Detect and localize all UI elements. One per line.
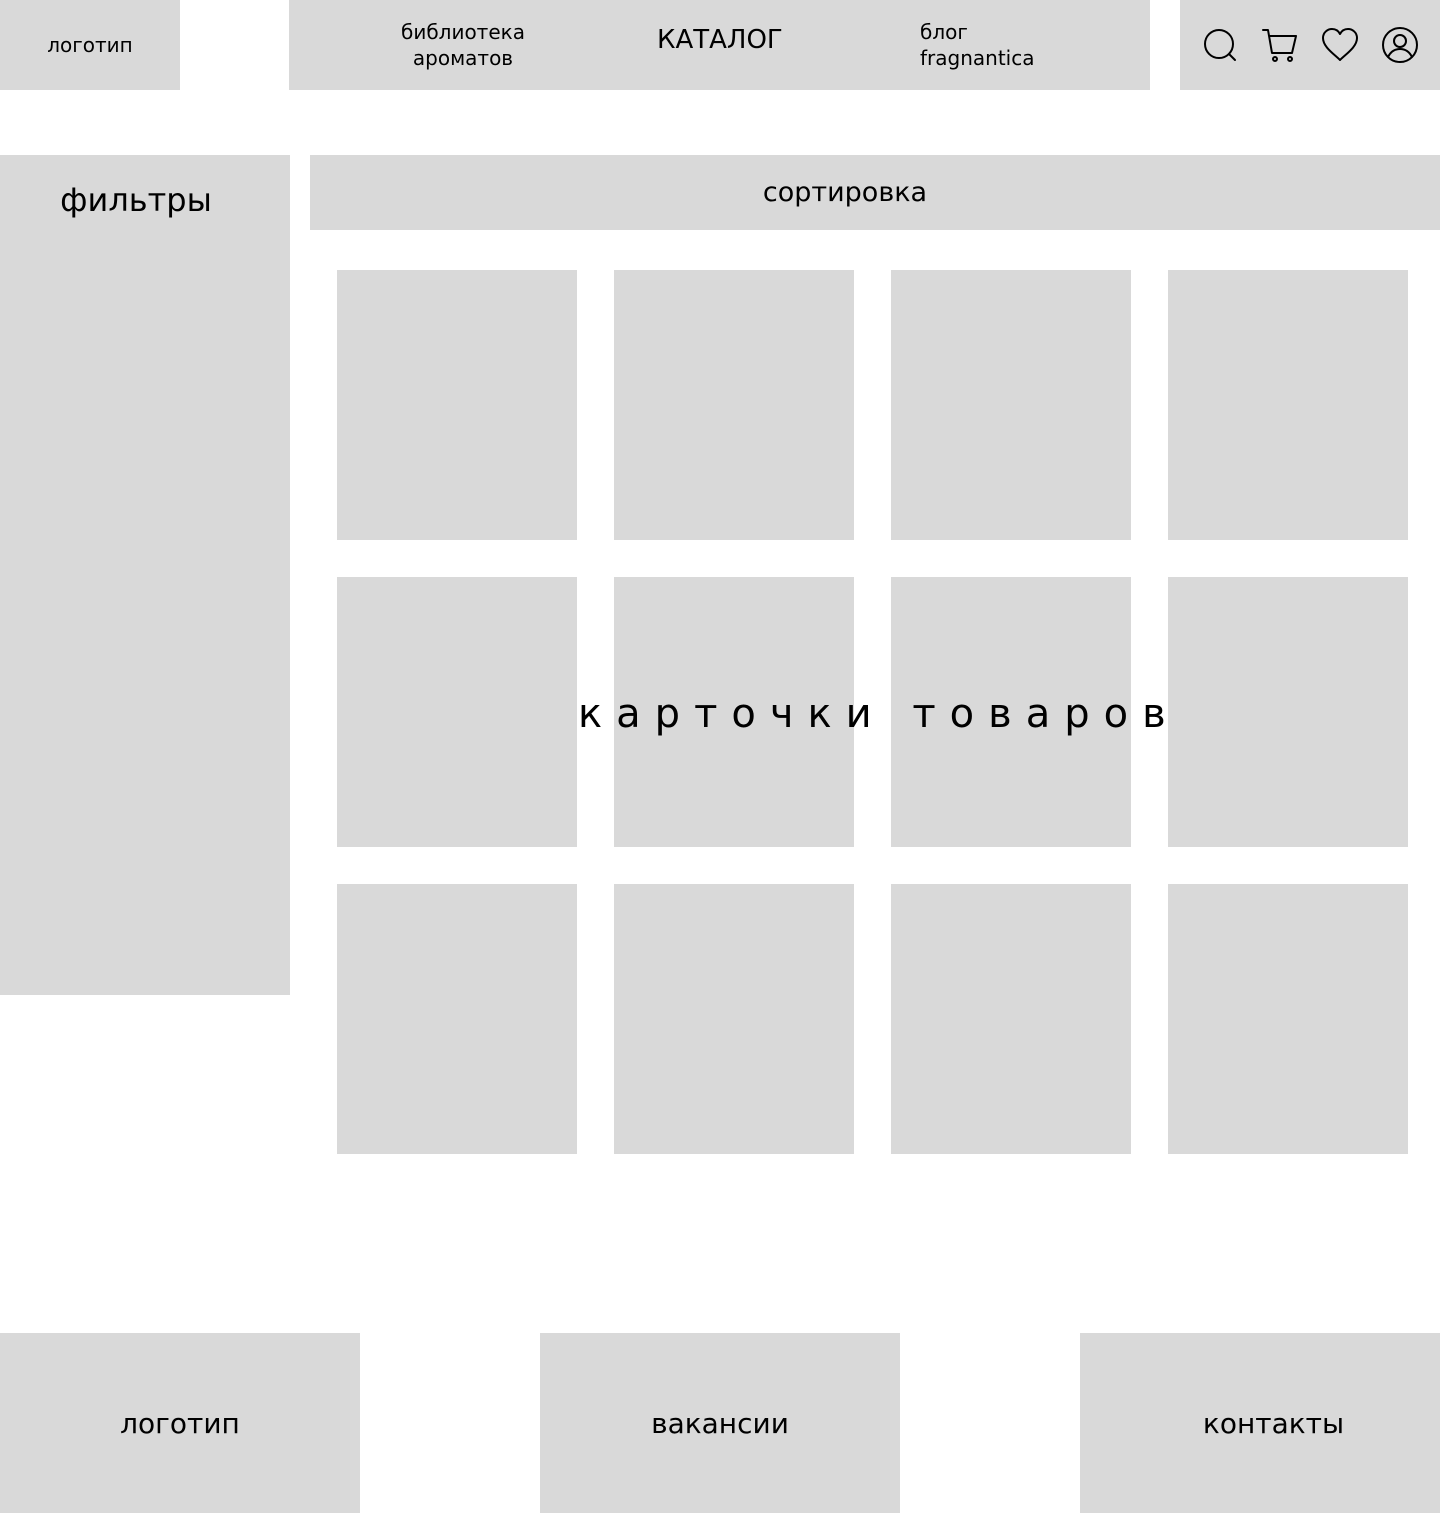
header-logo-label: логотип <box>47 33 133 57</box>
cart-icon[interactable] <box>1260 25 1300 65</box>
footer-vacancies-link[interactable]: вакансии <box>540 1333 900 1513</box>
search-icon[interactable] <box>1200 25 1240 65</box>
main-nav: библиотека ароматов КАТАЛОГ блог fragnan… <box>289 0 1150 90</box>
header-icons <box>1180 0 1440 90</box>
nav-item-blog[interactable]: блог fragnantica <box>920 19 1034 71</box>
sort-bar[interactable]: сортировка <box>310 155 1440 230</box>
heart-icon[interactable] <box>1320 25 1360 65</box>
sort-label: сортировка <box>762 177 928 208</box>
product-card[interactable] <box>614 884 854 1154</box>
nav-library-line2: ароматов <box>412 46 514 70</box>
nav-blog-line2: fragnantica <box>920 46 1035 70</box>
product-card[interactable] <box>891 270 1131 540</box>
product-card[interactable] <box>337 577 577 847</box>
product-card[interactable] <box>614 577 854 847</box>
user-icon[interactable] <box>1380 25 1420 65</box>
product-card[interactable] <box>891 884 1131 1154</box>
nav-blog-line1: блог <box>920 20 968 44</box>
product-card[interactable] <box>1168 884 1408 1154</box>
nav-library-line1: библиотека <box>401 20 525 44</box>
product-card[interactable] <box>614 270 854 540</box>
footer-contacts-label: контакты <box>1202 1406 1345 1440</box>
footer-logo-label: логотип <box>120 1406 240 1440</box>
header-logo[interactable]: логотип <box>0 0 180 90</box>
product-card[interactable] <box>1168 577 1408 847</box>
nav-item-library[interactable]: библиотека ароматов <box>396 19 530 71</box>
filters-title: фильтры <box>60 181 212 219</box>
footer-logo[interactable]: логотип <box>0 1333 360 1513</box>
nav-item-catalog[interactable]: КАТАЛОГ <box>657 25 783 55</box>
footer-vacancies-label: вакансии <box>651 1406 789 1440</box>
product-card[interactable] <box>337 270 577 540</box>
filters-panel[interactable]: фильтры <box>0 155 290 995</box>
product-card[interactable] <box>337 884 577 1154</box>
nav-catalog-label: КАТАЛОГ <box>657 25 783 55</box>
footer-contacts-link[interactable]: контакты <box>1080 1333 1440 1513</box>
product-card[interactable] <box>1168 270 1408 540</box>
product-card[interactable] <box>891 577 1131 847</box>
